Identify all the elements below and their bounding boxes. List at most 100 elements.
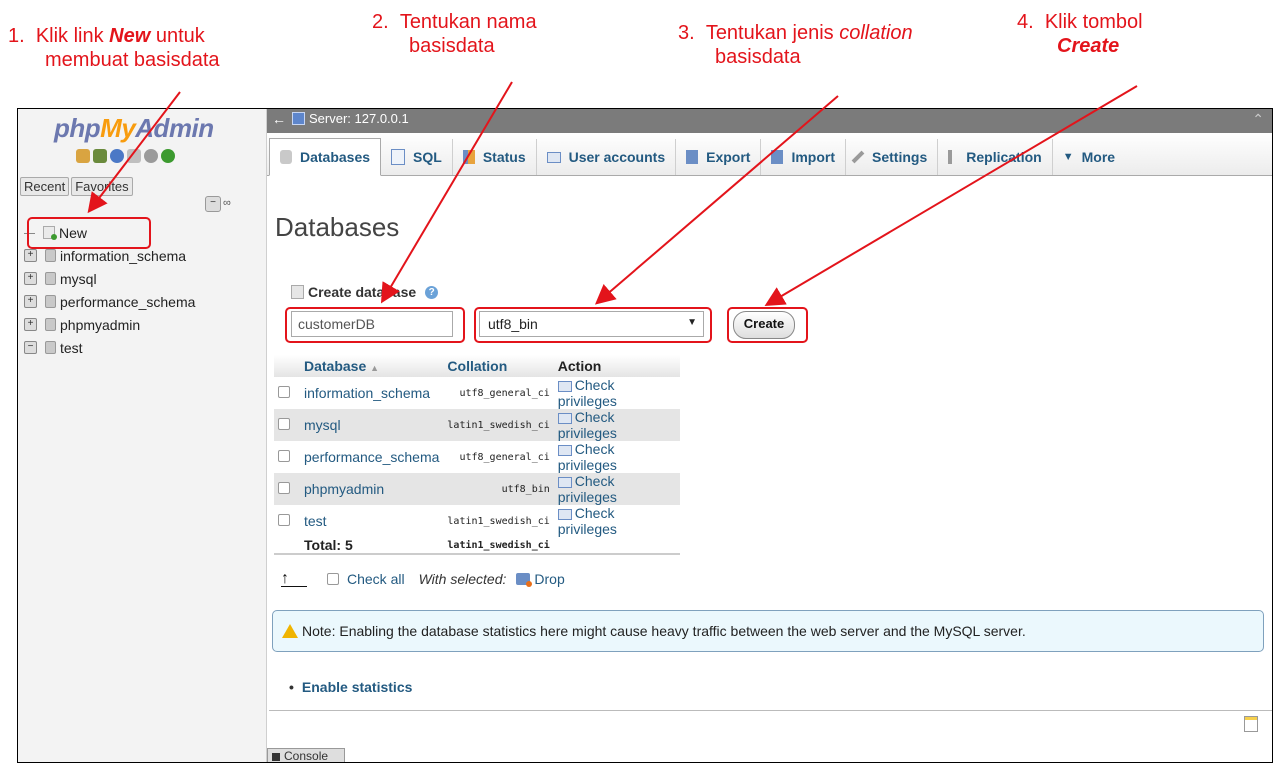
annotation-text: basisdata — [409, 35, 495, 57]
check-all-checkbox[interactable] — [327, 573, 339, 585]
row-checkbox[interactable] — [278, 482, 290, 494]
tab-label: Export — [706, 149, 751, 165]
help-icon[interactable]: ? — [425, 285, 439, 299]
sort-ascending-icon: ▲ — [370, 363, 380, 373]
annotation-step-3: 3. Tentukan jenis collation basisdata — [678, 21, 913, 69]
tree-item-label[interactable]: test — [60, 340, 83, 356]
tab-import[interactable]: Import — [761, 139, 847, 175]
databases-table: Database ▲ Collation Action information_… — [274, 355, 680, 555]
check-privileges-link[interactable]: Check privileges — [553, 409, 680, 441]
tab-user-accounts[interactable]: User accounts — [537, 139, 677, 175]
highlight-dbname-input — [285, 307, 465, 343]
annotation-text: membuat basisdata — [45, 49, 220, 71]
privileges-icon — [557, 380, 572, 392]
tab-status[interactable]: Status — [453, 139, 537, 175]
divider — [269, 710, 1272, 711]
gear-icon[interactable] — [144, 149, 158, 163]
tree-item-label[interactable]: mysql — [60, 271, 97, 287]
database-name-link[interactable]: information_schema — [300, 377, 444, 409]
breadcrumb[interactable]: Server: 127.0.0.1 — [292, 111, 409, 126]
row-checkbox-cell — [274, 441, 300, 473]
tab-more[interactable]: ▼ More — [1053, 139, 1125, 175]
tree-item-label[interactable]: information_schema — [60, 248, 186, 264]
tab-sql[interactable]: SQL — [381, 139, 453, 175]
tab-favorites[interactable]: Favorites — [71, 177, 133, 196]
row-checkbox-cell — [274, 377, 300, 409]
tab-recent[interactable]: Recent — [20, 177, 70, 196]
annotation-emphasis: collation — [839, 22, 913, 44]
notepad-icon[interactable] — [1244, 716, 1258, 732]
privileges-icon — [557, 508, 572, 520]
replication-icon — [948, 150, 953, 164]
main-content: Databases Create database ? customerDB u… — [267, 176, 1272, 762]
tab-export[interactable]: Export — [676, 139, 762, 175]
reload-icon[interactable] — [161, 149, 175, 163]
tab-settings[interactable]: Settings — [846, 139, 939, 175]
documentation-icon[interactable] — [127, 149, 141, 163]
check-privileges-link[interactable]: Check privileges — [553, 505, 680, 537]
database-name-link[interactable]: test — [300, 505, 444, 537]
console-button[interactable]: Console — [267, 748, 345, 762]
row-checkbox[interactable] — [278, 386, 290, 398]
back-arrow-icon[interactable]: ← — [272, 111, 286, 127]
expand-icon[interactable]: + — [24, 272, 37, 285]
check-privileges-link[interactable]: Check privileges — [553, 441, 680, 473]
database-icon — [280, 150, 292, 164]
highlight-new-link — [27, 217, 151, 249]
bulk-actions: ↑ Check all With selected: Drop — [281, 570, 565, 587]
tree-item-mysql[interactable]: + mysql — [24, 267, 264, 290]
tab-databases[interactable]: Databases — [269, 138, 382, 176]
home-icon[interactable] — [76, 149, 90, 163]
row-checkbox-cell — [274, 505, 300, 537]
enable-statistics-link[interactable]: Enable statistics — [302, 679, 413, 695]
tab-replication[interactable]: Replication — [938, 139, 1053, 175]
database-name-link[interactable]: phpmyadmin — [300, 473, 444, 505]
export-icon — [686, 150, 699, 164]
tree-item-label[interactable]: performance_schema — [60, 294, 195, 310]
tab-label: Import — [791, 149, 836, 165]
drop-button[interactable]: Drop — [534, 571, 564, 587]
warning-icon — [282, 624, 298, 638]
row-checkbox[interactable] — [278, 514, 290, 526]
collapse-top-icon[interactable]: ⌃ — [1252, 111, 1264, 128]
annotation-number: 4. — [1017, 11, 1034, 33]
tab-label: Status — [482, 149, 526, 165]
exit-icon[interactable] — [93, 149, 107, 163]
tab-label: Replication — [966, 149, 1042, 165]
tab-label: Settings — [872, 149, 928, 165]
header-action: Action — [553, 355, 680, 377]
row-checkbox[interactable] — [278, 450, 290, 462]
collapse-all-icon[interactable]: − — [205, 196, 221, 212]
check-all-label[interactable]: Check all — [347, 571, 405, 587]
tree-item-label[interactable]: phpmyadmin — [60, 317, 140, 333]
total-empty-cell — [274, 537, 300, 555]
check-privileges-link[interactable]: Check privileges — [553, 377, 680, 409]
navigation-panel: phpMyAdmin Recent Favorites − ∞ New + in… — [18, 109, 267, 762]
collapse-icon[interactable]: − — [24, 341, 37, 354]
annotation-text: Tentukan jenis — [705, 22, 840, 44]
phpmyadmin-logo[interactable]: phpMyAdmin — [54, 113, 214, 144]
nav-tabs: Recent Favorites — [20, 177, 133, 196]
database-name-link[interactable]: performance_schema — [300, 441, 444, 473]
header-collation[interactable]: Collation — [443, 355, 554, 377]
row-checkbox[interactable] — [278, 418, 290, 430]
expand-icon[interactable]: + — [24, 318, 37, 331]
annotation-emphasis: New — [109, 25, 151, 47]
annotation-step-4: 4. Klik tombol Create — [1017, 10, 1143, 58]
server-label[interactable]: Server: 127.0.0.1 — [309, 111, 409, 126]
database-name-link[interactable]: mysql — [300, 409, 444, 441]
tab-label: More — [1081, 149, 1116, 165]
expand-icon[interactable]: + — [24, 249, 37, 262]
expand-icon[interactable]: + — [24, 295, 37, 308]
tree-item-test[interactable]: − test — [24, 336, 264, 359]
header-checkbox-cell — [274, 355, 300, 377]
privileges-icon — [557, 444, 572, 456]
database-icon — [45, 249, 56, 262]
link-with-main-icon[interactable]: ∞ — [223, 197, 231, 209]
tree-item-phpmyadmin[interactable]: + phpmyadmin — [24, 313, 264, 336]
help-icon[interactable] — [110, 149, 124, 163]
check-privileges-link[interactable]: Check privileges — [553, 473, 680, 505]
annotation-step-2: 2. Tentukan nama basisdata — [372, 10, 537, 58]
tree-item-performance-schema[interactable]: + performance_schema — [24, 290, 264, 313]
header-database[interactable]: Database ▲ — [300, 355, 444, 377]
